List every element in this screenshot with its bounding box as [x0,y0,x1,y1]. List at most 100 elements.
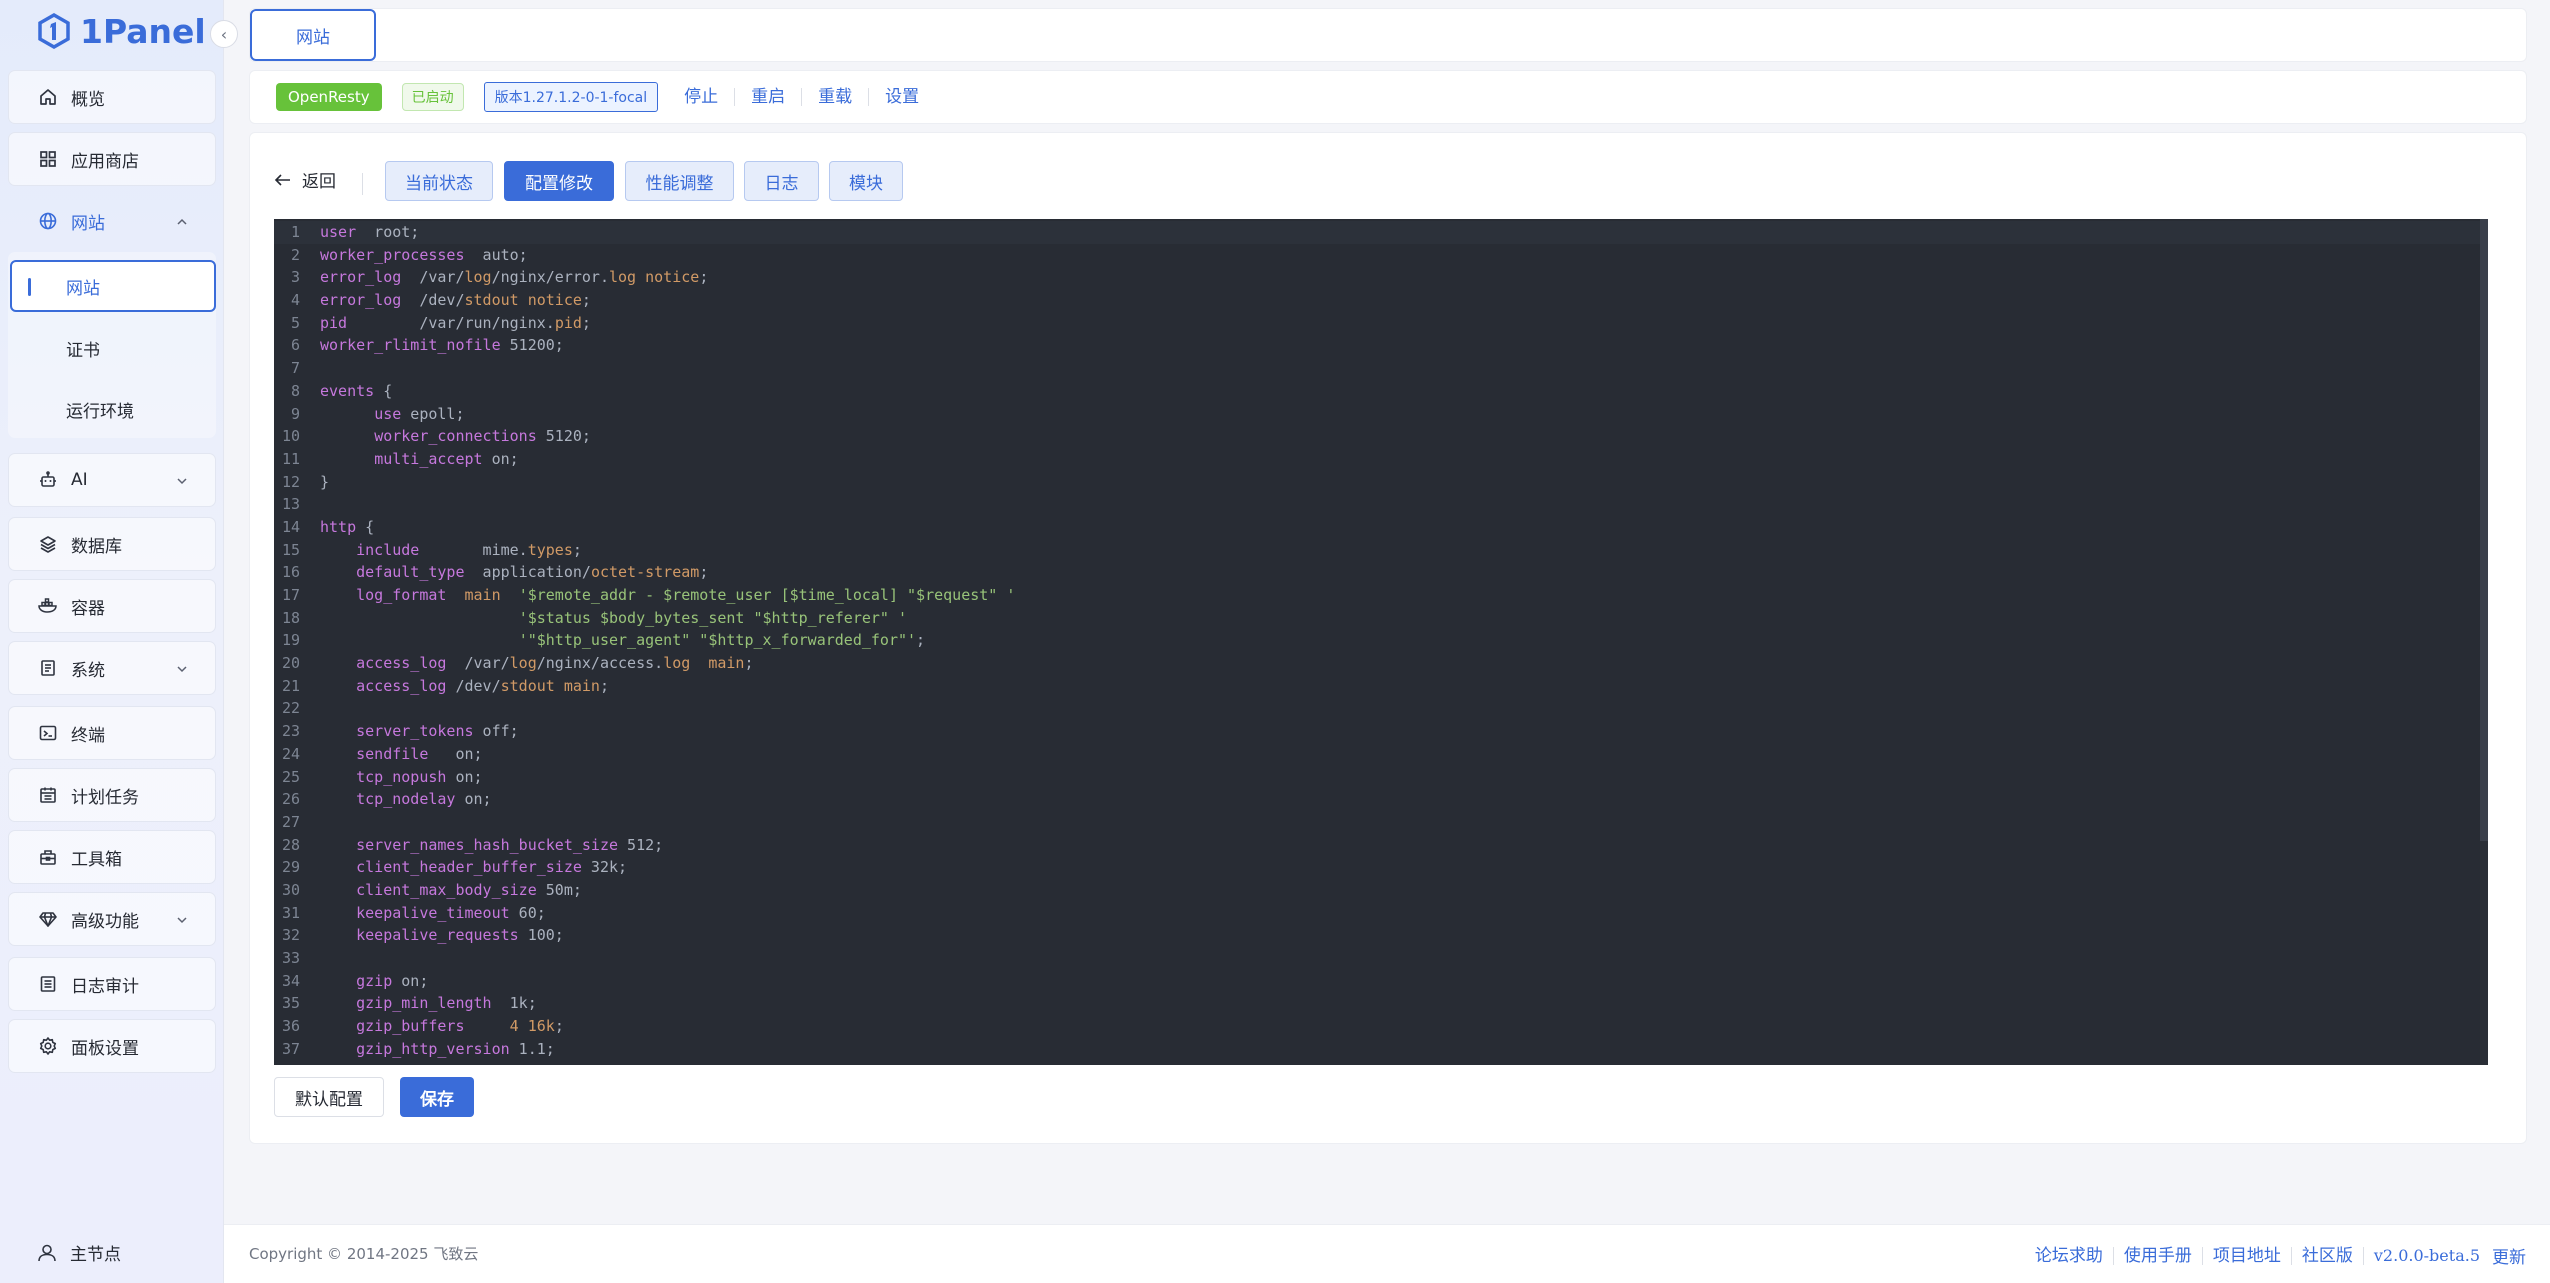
code-line[interactable]: 32 keepalive_requests 100; [274,924,2488,947]
sidebar-item-database[interactable]: 数据库 [8,517,216,571]
code-line[interactable]: 31 keepalive_timeout 60; [274,902,2488,925]
logo[interactable]: 1Panel [36,8,206,54]
submenu-item-certificate[interactable]: 证书 [10,322,216,374]
sidebar-item-toolbox[interactable]: 工具箱 [8,830,216,884]
code-line[interactable]: 2 worker_processes auto; [274,244,2488,267]
tab-label: 日志 [764,173,799,194]
line-number: 6 [290,336,300,355]
default-config-button[interactable]: 默认配置 [274,1077,384,1117]
sidebar-item-settings[interactable]: 面板设置 [8,1019,216,1073]
collapse-sidebar-button[interactable]: ‹ [210,20,238,48]
code-line[interactable]: 21 access_log /dev/stdout main; [274,675,2488,698]
code-editor[interactable]: 1 user root; 2 worker_processes auto; 3 error… [274,219,2488,1065]
tab-current-status[interactable]: 当前状态 [385,161,493,201]
sidebar-item-cron[interactable]: 计划任务 [8,768,216,822]
code-line[interactable]: 27 [274,811,2488,834]
brand-name: 1Panel [80,11,206,51]
edition-link[interactable]: 社区版 [2292,1246,2364,1265]
tab-config-edit[interactable]: 配置修改 [504,161,614,201]
project-link[interactable]: 项目地址 [2203,1246,2292,1265]
tab-modules[interactable]: 模块 [829,161,903,201]
line-number: 26 [281,790,300,809]
code-line[interactable]: 22 [274,697,2488,720]
code-line[interactable]: 20 access_log /var/log/nginx/access.log … [274,652,2488,675]
restart-button[interactable]: 重启 [751,88,803,106]
chevron-up-icon [177,218,187,225]
code-line[interactable]: 19 '"$http_user_agent" "$http_x_forwarde… [274,629,2488,652]
sidebar-item-advanced[interactable]: 高级功能 [8,892,216,946]
manual-link[interactable]: 使用手册 [2114,1246,2203,1265]
code-line[interactable]: 37 gzip_http_version 1.1; [274,1038,2488,1061]
line-number: 9 [290,404,300,423]
code-line[interactable]: 14 http { [274,516,2488,539]
code-line[interactable]: 15 include mime.types; [274,539,2488,562]
code-line[interactable]: 10 worker_connections 5120; [274,425,2488,448]
code-line[interactable]: 28 server_names_hash_bucket_size 512; [274,834,2488,857]
code-line[interactable]: 4 error_log /dev/stdout notice; [274,289,2488,312]
submenu-item-runtime[interactable]: 运行环境 [10,383,216,435]
code-line[interactable]: 12} [274,471,2488,494]
code-line[interactable]: 9 use epoll; [274,403,2488,426]
line-number: 27 [281,812,300,831]
code-line[interactable]: 36 gzip_buffers 4 16k; [274,1015,2488,1038]
tab-website[interactable]: 网站 [250,9,376,61]
update-link[interactable]: 更新 [2490,1243,2526,1268]
line-number: 15 [281,540,300,559]
sidebar-item-terminal[interactable]: 终端 [8,706,216,760]
line-number: 7 [290,359,300,378]
code-line[interactable]: 24 sendfile on; [274,743,2488,766]
reload-button[interactable]: 重载 [818,88,870,106]
tab-log[interactable]: 日志 [744,161,819,201]
back-button[interactable]: 返回 [274,167,336,192]
save-button[interactable]: 保存 [400,1077,474,1117]
sidebar-item-system[interactable]: 系统 [8,641,216,695]
settings-button[interactable]: 设置 [885,88,935,106]
code-line[interactable]: 6 worker_rlimit_nofile 51200; [274,334,2488,357]
code-line[interactable]: 8 events { [274,380,2488,403]
copyright: Copyright © 2014-2025 飞致云 [249,1245,479,1263]
code-line[interactable]: 1 user root; [274,221,2488,244]
stop-button[interactable]: 停止 [684,88,736,106]
code-line[interactable]: 17 log_format main '$remote_addr - $remo… [274,584,2488,607]
line-number: 29 [281,858,300,877]
sidebar-item-overview[interactable]: 概览 [8,70,216,124]
grid-icon [37,148,59,170]
code-line[interactable]: 18 '$status $body_bytes_sent "$http_refe… [274,607,2488,630]
sidebar-item-app-store[interactable]: 应用商店 [8,132,216,186]
submenu-label: 运行环境 [66,401,134,422]
submenu-item-website[interactable]: 网站 [10,260,216,312]
code-line[interactable]: 13 [274,493,2488,516]
node-switcher[interactable]: 主节点 [36,1240,121,1265]
code-text: '"$http_user_agent" "$http_x_forwarded_f… [518,631,926,650]
code-line[interactable]: 23 server_tokens off; [274,720,2488,743]
code-line[interactable]: 34 gzip on; [274,970,2488,993]
code-line[interactable]: 7 [274,357,2488,380]
top-tab-bar: 网站 [249,8,2527,62]
code-line[interactable]: 25 tcp_nopush on; [274,766,2488,789]
sidebar-item-container[interactable]: 容器 [8,579,216,633]
line-number: 14 [281,517,300,536]
code-line[interactable]: 35 gzip_min_length 1k; [274,992,2488,1015]
code-line[interactable]: 33 [274,947,2488,970]
code-text: worker_processes auto; [320,245,528,264]
sidebar-item-ai[interactable]: AI [8,453,216,507]
line-number: 36 [281,1017,300,1036]
code-line[interactable]: 30 client_max_body_size 50m; [274,879,2488,902]
tab-performance[interactable]: 性能调整 [625,161,734,201]
code-line[interactable]: 16 default_type application/octet-stream… [274,561,2488,584]
code-line[interactable]: 11 multi_accept on; [274,448,2488,471]
editor-scrollbar[interactable] [2480,219,2488,1065]
scrollbar-thumb[interactable] [2480,219,2488,841]
code-text: gzip_buffers 4 16k; [356,1017,564,1036]
sidebar-item-website[interactable]: 网站 [8,194,216,248]
code-line[interactable]: 29 client_header_buffer_size 32k; [274,856,2488,879]
code-line[interactable]: 3 error_log /var/log/nginx/error.log noti… [274,266,2488,289]
code-line[interactable]: 5 pid /var/run/nginx.pid; [274,312,2488,335]
code-line[interactable]: 26 tcp_nodelay on; [274,788,2488,811]
line-number: 20 [281,654,300,673]
line-number: 33 [281,949,300,967]
sidebar-item-label: 工具箱 [71,849,122,870]
line-number: 21 [281,676,300,695]
forum-link[interactable]: 论坛求助 [2025,1246,2114,1265]
sidebar-item-log-audit[interactable]: 日志审计 [8,957,216,1011]
